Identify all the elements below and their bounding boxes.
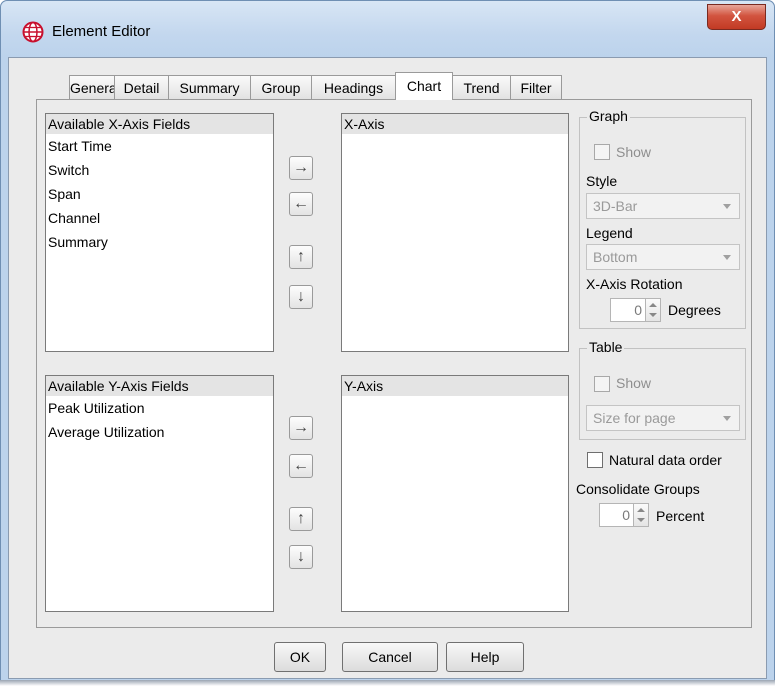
rotation-spinner[interactable]: 0 xyxy=(610,298,661,322)
window-title: Element Editor xyxy=(52,23,151,40)
list-item[interactable]: Span xyxy=(46,182,273,206)
consolidate-unit-label: Percent xyxy=(656,508,705,524)
list-header: X-Axis xyxy=(342,114,568,134)
table-size-select[interactable]: Size for page xyxy=(586,405,740,431)
legend-select[interactable]: Bottom xyxy=(586,244,740,270)
list-item[interactable]: Channel xyxy=(46,206,273,230)
available-y-axis-list[interactable]: Available Y-Axis Fields Peak Utilization… xyxy=(45,375,274,612)
list-item[interactable]: Start Time xyxy=(46,134,273,158)
tab-summary[interactable]: Summary xyxy=(168,75,251,99)
move-x-axis-down-button[interactable]: ↓ xyxy=(289,285,313,309)
add-x-axis-button[interactable]: → xyxy=(289,156,313,180)
chevron-down-icon xyxy=(723,416,731,421)
move-x-axis-up-button[interactable]: ↑ xyxy=(289,245,313,269)
consolidate-groups-label: Consolidate Groups xyxy=(576,481,700,497)
spin-up-icon xyxy=(637,508,645,512)
style-select[interactable]: 3D-Bar xyxy=(586,193,740,219)
chevron-down-icon xyxy=(723,255,731,260)
tab-group[interactable]: Group xyxy=(250,75,312,99)
tab-headings[interactable]: Headings xyxy=(311,75,396,99)
table-size-value: Size for page xyxy=(593,410,676,426)
list-item[interactable]: Peak Utilization xyxy=(46,396,273,420)
globe-icon xyxy=(22,21,44,43)
graph-show-label: Show xyxy=(616,144,652,160)
tab-filter[interactable]: Filter xyxy=(510,75,562,99)
spin-down-icon xyxy=(637,518,645,522)
available-x-axis-list[interactable]: Available X-Axis Fields Start Time Switc… xyxy=(45,113,274,352)
x-axis-list[interactable]: X-Axis xyxy=(341,113,569,352)
close-button[interactable]: X xyxy=(707,4,766,30)
style-label: Style xyxy=(586,173,618,189)
table-show-checkbox[interactable] xyxy=(594,376,610,392)
tab-trend[interactable]: Trend xyxy=(452,75,511,99)
legend-label: Legend xyxy=(586,225,633,241)
chevron-down-icon xyxy=(723,204,731,209)
table-show-label: Show xyxy=(616,375,652,391)
move-y-axis-up-button[interactable]: ↑ xyxy=(289,507,313,531)
move-y-axis-down-button[interactable]: ↓ xyxy=(289,545,313,569)
window-shadow xyxy=(0,680,775,686)
help-button[interactable]: Help xyxy=(446,642,524,672)
table-group-label: Table xyxy=(587,339,625,355)
graph-show-checkbox[interactable] xyxy=(594,144,610,160)
legend-value: Bottom xyxy=(593,249,638,265)
list-header: Available X-Axis Fields xyxy=(46,114,273,134)
list-item[interactable]: Summary xyxy=(46,230,273,254)
spinner-arrows[interactable] xyxy=(645,299,660,321)
y-axis-list[interactable]: Y-Axis xyxy=(341,375,569,612)
list-item[interactable]: Switch xyxy=(46,158,273,182)
rotation-value: 0 xyxy=(634,302,642,318)
x-axis-rotation-label: X-Axis Rotation xyxy=(586,276,683,292)
remove-x-axis-button[interactable]: ← xyxy=(289,192,313,216)
title-bar[interactable]: Element Editor X xyxy=(1,1,774,57)
cancel-button[interactable]: Cancel xyxy=(342,642,438,672)
spinner-arrows[interactable] xyxy=(633,504,648,526)
tab-general[interactable]: General xyxy=(69,75,120,99)
style-value: 3D-Bar xyxy=(593,198,638,214)
rotation-unit-label: Degrees xyxy=(668,302,721,318)
consolidate-spinner[interactable]: 0 xyxy=(599,503,649,527)
ok-button[interactable]: OK xyxy=(274,642,326,672)
natural-data-order-checkbox[interactable] xyxy=(587,452,603,468)
spin-up-icon xyxy=(649,303,657,307)
add-y-axis-button[interactable]: → xyxy=(289,416,313,440)
graph-group-label: Graph xyxy=(587,108,630,124)
consolidate-value: 0 xyxy=(622,507,630,523)
spin-down-icon xyxy=(649,313,657,317)
tab-chart[interactable]: Chart xyxy=(395,72,453,100)
list-item[interactable]: Average Utilization xyxy=(46,420,273,444)
remove-y-axis-button[interactable]: ← xyxy=(289,454,313,478)
list-header: Available Y-Axis Fields xyxy=(46,376,273,396)
list-header: Y-Axis xyxy=(342,376,568,396)
tab-detail[interactable]: Detail xyxy=(114,75,169,99)
natural-data-order-label: Natural data order xyxy=(609,452,722,468)
